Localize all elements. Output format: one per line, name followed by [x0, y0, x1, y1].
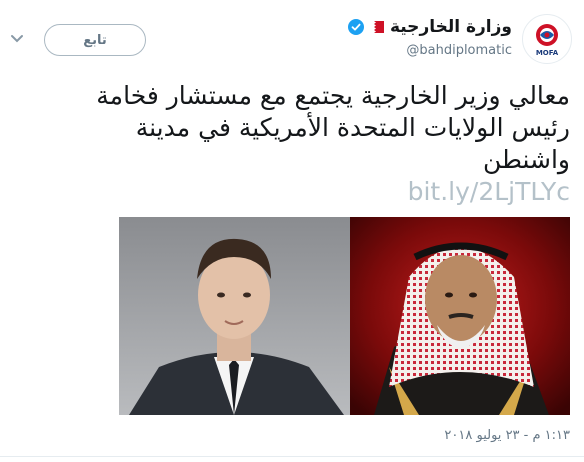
photo-image	[119, 217, 570, 415]
tweet-text-line: رئيس الولايات المتحدة الأمريكية في مدينة	[135, 113, 570, 142]
mofa-logo-icon: MOFA	[536, 24, 559, 57]
tweet-card: MOFA وزارة الخارجية @bahdiplomatic تابع …	[0, 0, 584, 462]
account-handle[interactable]: @bahdiplomatic	[406, 43, 512, 58]
follow-button[interactable]: تابع	[44, 24, 146, 56]
bahrain-flag-icon	[369, 21, 384, 33]
account-avatar[interactable]: MOFA	[522, 14, 572, 64]
verified-badge-icon	[347, 19, 364, 35]
account-name-row[interactable]: وزارة الخارجية	[347, 14, 512, 40]
divider	[0, 456, 584, 457]
account-display-name[interactable]: وزارة الخارجية	[390, 17, 512, 37]
tweet-text-line: واشنطن	[482, 145, 570, 174]
chevron-down-icon[interactable]	[10, 34, 24, 44]
tweet-text: معالي وزير الخارجية يجتمع مع مستشار فخام…	[22, 80, 570, 176]
tweet-photo[interactable]	[119, 217, 570, 415]
avatar-caption: MOFA	[536, 49, 559, 57]
tweet-link[interactable]: bit.ly/2LjTLYc	[408, 176, 570, 208]
tweet-text-line: معالي وزير الخارجية يجتمع مع مستشار فخام…	[96, 81, 570, 110]
tweet-timestamp[interactable]: ١:١٣ م - ٢٣ يوليو ٢٠١٨	[444, 428, 570, 443]
